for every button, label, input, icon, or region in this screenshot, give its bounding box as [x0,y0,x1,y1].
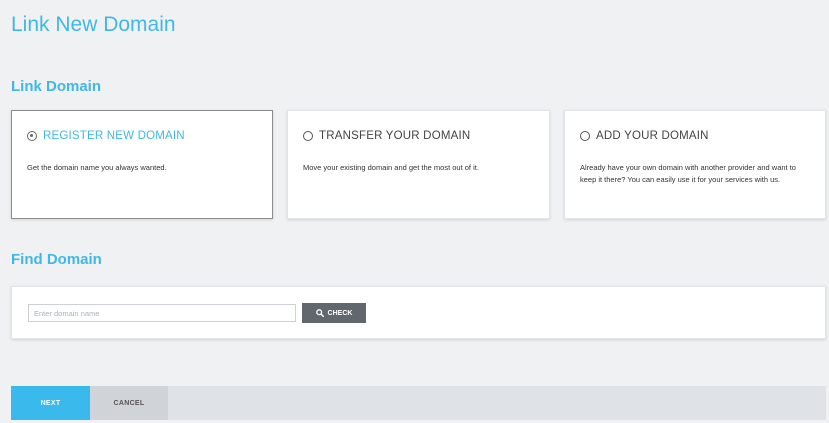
radio-unchecked-icon[interactable] [580,131,590,141]
option-label: TRANSFER YOUR DOMAIN [319,130,471,142]
option-label: REGISTER NEW DOMAIN [43,130,185,142]
option-description: Get the domain name you always wanted. [27,163,167,172]
option-header: ADD YOUR DOMAIN [580,128,810,144]
radio-unchecked-icon[interactable] [303,131,313,141]
option-description: Move your existing domain and get the mo… [303,163,479,172]
footer-actions: NEXT CANCEL [11,386,826,420]
cancel-button[interactable]: CANCEL [90,386,168,420]
page-title: Link New Domain [11,13,176,36]
option-header: TRANSFER YOUR DOMAIN [303,128,534,144]
option-label: ADD YOUR DOMAIN [596,130,709,142]
option-header: REGISTER NEW DOMAIN [27,128,257,144]
next-button[interactable]: NEXT [11,386,90,420]
check-button[interactable]: CHECK [302,303,366,323]
find-domain-heading: Find Domain [11,251,102,268]
link-domain-heading: Link Domain [11,78,102,95]
link-domain-options: REGISTER NEW DOMAIN Get the domain name … [11,110,826,219]
option-register-new-domain[interactable]: REGISTER NEW DOMAIN Get the domain name … [11,110,273,219]
search-icon [315,309,324,317]
check-button-label: CHECK [327,309,353,317]
find-domain-panel: CHECK [11,286,826,339]
option-description: Already have your own domain with anothe… [580,163,796,184]
radio-checked-icon[interactable] [27,131,37,141]
domain-name-input[interactable] [28,304,296,322]
option-transfer-your-domain[interactable]: TRANSFER YOUR DOMAIN Move your existing … [287,110,550,219]
option-add-your-domain[interactable]: ADD YOUR DOMAIN Already have your own do… [564,110,826,219]
